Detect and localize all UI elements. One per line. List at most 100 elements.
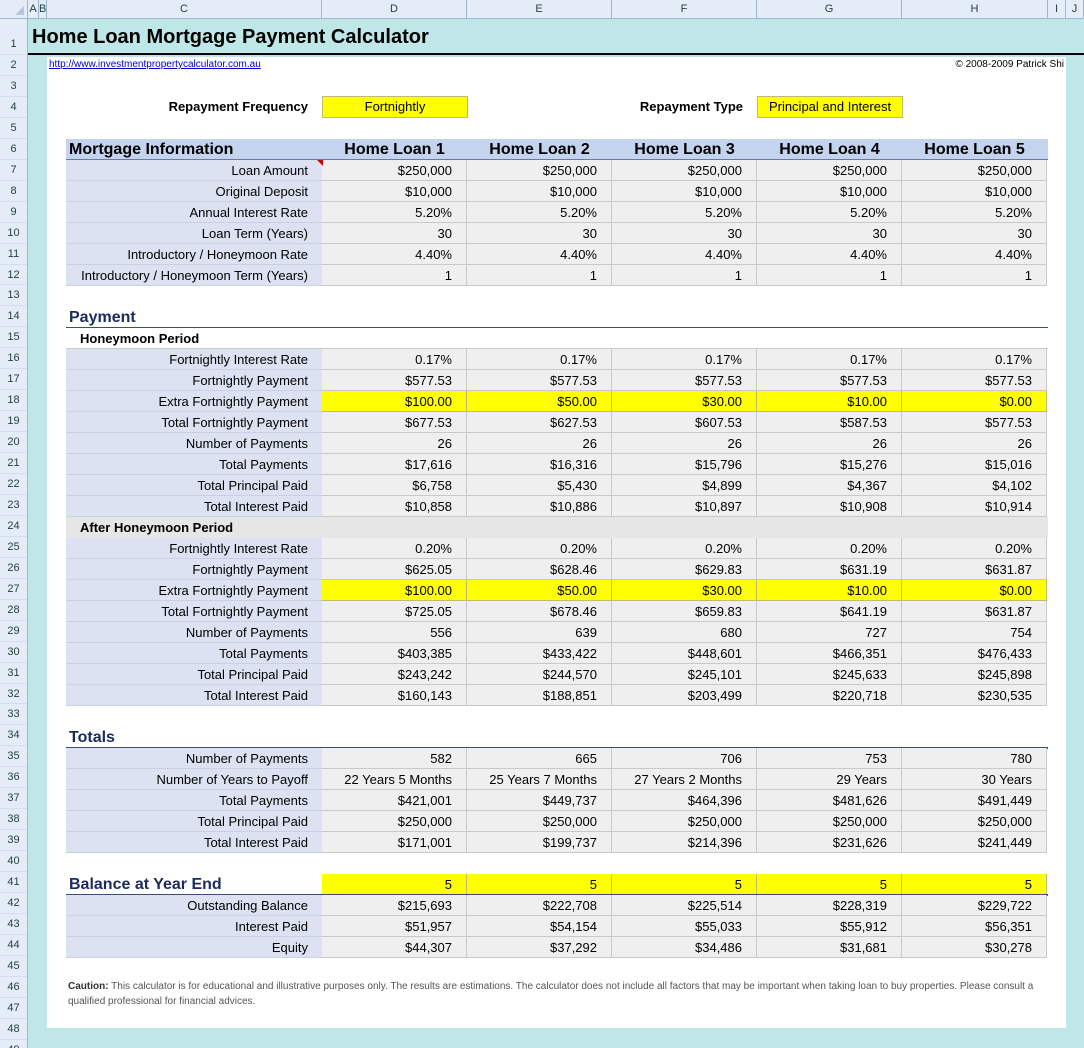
totals-cell[interactable]: 27 Years 2 Months	[612, 769, 757, 790]
row-header-46[interactable]: 46	[0, 977, 27, 998]
column-header-b[interactable]: B	[39, 0, 47, 18]
honeymoon-cell[interactable]: $15,276	[757, 454, 902, 475]
after-honeymoon-cell[interactable]: $659.83	[612, 601, 757, 622]
balance-cell[interactable]: $37,292	[467, 937, 612, 958]
mortgage-cell[interactable]: 30	[322, 223, 467, 244]
after-honeymoon-cell[interactable]: $629.83	[612, 559, 757, 580]
after-honeymoon-cell[interactable]: $243,242	[322, 664, 467, 685]
after-honeymoon-cell[interactable]: $220,718	[757, 685, 902, 706]
honeymoon-cell[interactable]: $0.00	[902, 391, 1047, 412]
honeymoon-cell[interactable]: $627.53	[467, 412, 612, 433]
mortgage-cell[interactable]: $250,000	[612, 160, 757, 181]
mortgage-cell[interactable]: 30	[902, 223, 1047, 244]
honeymoon-cell[interactable]: $5,430	[467, 475, 612, 496]
mortgage-cell[interactable]: $10,000	[322, 181, 467, 202]
totals-cell[interactable]: 29 Years	[757, 769, 902, 790]
mortgage-cell[interactable]: $10,000	[467, 181, 612, 202]
totals-cell[interactable]: $449,737	[467, 790, 612, 811]
row-header-4[interactable]: 4	[0, 97, 27, 118]
after-honeymoon-cell[interactable]: 0.20%	[612, 538, 757, 559]
after-honeymoon-cell[interactable]: 556	[322, 622, 467, 643]
after-honeymoon-cell[interactable]: 0.20%	[467, 538, 612, 559]
mortgage-cell[interactable]: $250,000	[757, 160, 902, 181]
balance-cell[interactable]: $31,681	[757, 937, 902, 958]
honeymoon-cell[interactable]: $17,616	[322, 454, 467, 475]
honeymoon-cell[interactable]: $10,886	[467, 496, 612, 517]
mortgage-cell[interactable]: 30	[467, 223, 612, 244]
after-honeymoon-cell[interactable]: $631.87	[902, 601, 1047, 622]
totals-cell[interactable]: 780	[902, 748, 1047, 769]
honeymoon-cell[interactable]: $607.53	[612, 412, 757, 433]
column-header-e[interactable]: E	[467, 0, 612, 18]
row-header-20[interactable]: 20	[0, 432, 27, 454]
mortgage-cell[interactable]: 4.40%	[322, 244, 467, 265]
balance-year-input[interactable]: 5	[902, 874, 1047, 895]
balance-cell[interactable]: $56,351	[902, 916, 1047, 937]
honeymoon-cell[interactable]: $10.00	[757, 391, 902, 412]
mortgage-cell[interactable]: 4.40%	[467, 244, 612, 265]
totals-cell[interactable]: $250,000	[757, 811, 902, 832]
after-honeymoon-cell[interactable]: $641.19	[757, 601, 902, 622]
honeymoon-cell[interactable]: $10,908	[757, 496, 902, 517]
totals-cell[interactable]: 30 Years	[902, 769, 1047, 790]
honeymoon-cell[interactable]: $4,899	[612, 475, 757, 496]
row-header-27[interactable]: 27	[0, 579, 27, 600]
balance-cell[interactable]: $229,722	[902, 895, 1047, 916]
totals-cell[interactable]: 22 Years 5 Months	[322, 769, 467, 790]
row-header-12[interactable]: 12	[0, 265, 27, 286]
balance-year-input[interactable]: 5	[467, 874, 612, 895]
mortgage-cell[interactable]: 5.20%	[467, 202, 612, 223]
totals-cell[interactable]: $171,001	[322, 832, 467, 853]
after-honeymoon-cell[interactable]: 639	[467, 622, 612, 643]
comment-indicator[interactable]	[317, 160, 323, 166]
row-header-14[interactable]: 14	[0, 306, 27, 328]
row-header-30[interactable]: 30	[0, 642, 27, 663]
mortgage-cell[interactable]: $10,000	[612, 181, 757, 202]
row-header-49[interactable]: 49	[0, 1040, 27, 1048]
row-header-37[interactable]: 37	[0, 788, 27, 810]
honeymoon-cell[interactable]: 26	[757, 433, 902, 454]
balance-cell[interactable]: $30,278	[902, 937, 1047, 958]
after-honeymoon-cell[interactable]: $433,422	[467, 643, 612, 664]
totals-cell[interactable]: $214,396	[612, 832, 757, 853]
row-header-41[interactable]: 41	[0, 872, 27, 894]
honeymoon-cell[interactable]: $100.00	[322, 391, 467, 412]
totals-cell[interactable]: $250,000	[322, 811, 467, 832]
balance-cell[interactable]: $215,693	[322, 895, 467, 916]
row-header-11[interactable]: 11	[0, 244, 27, 265]
row-header-6[interactable]: 6	[0, 139, 27, 160]
after-honeymoon-cell[interactable]: $188,851	[467, 685, 612, 706]
row-header-10[interactable]: 10	[0, 223, 27, 244]
mortgage-cell[interactable]: 5.20%	[322, 202, 467, 223]
column-header-g[interactable]: G	[757, 0, 902, 18]
select-all-corner[interactable]	[0, 0, 28, 18]
mortgage-cell[interactable]: 5.20%	[612, 202, 757, 223]
row-header-38[interactable]: 38	[0, 809, 27, 831]
column-header-a[interactable]: A	[28, 0, 39, 18]
after-honeymoon-cell[interactable]: $50.00	[467, 580, 612, 601]
totals-cell[interactable]: $241,449	[902, 832, 1047, 853]
row-header-33[interactable]: 33	[0, 704, 27, 726]
column-header-j[interactable]: J	[1066, 0, 1084, 18]
mortgage-cell[interactable]: 1	[612, 265, 757, 286]
row-header-21[interactable]: 21	[0, 453, 27, 475]
row-header-19[interactable]: 19	[0, 411, 27, 433]
row-header-7[interactable]: 7	[0, 160, 27, 181]
row-header-43[interactable]: 43	[0, 914, 27, 935]
column-header-d[interactable]: D	[322, 0, 467, 18]
after-honeymoon-cell[interactable]: 0.20%	[902, 538, 1047, 559]
mortgage-cell[interactable]: $10,000	[902, 181, 1047, 202]
mortgage-cell[interactable]: 30	[757, 223, 902, 244]
row-header-23[interactable]: 23	[0, 495, 27, 516]
after-honeymoon-cell[interactable]: $30.00	[612, 580, 757, 601]
after-honeymoon-cell[interactable]: 727	[757, 622, 902, 643]
row-header-31[interactable]: 31	[0, 663, 27, 684]
totals-cell[interactable]: $231,626	[757, 832, 902, 853]
after-honeymoon-cell[interactable]: $403,385	[322, 643, 467, 664]
after-honeymoon-cell[interactable]: $466,351	[757, 643, 902, 664]
repayment-type-input[interactable]: Principal and Interest	[757, 96, 903, 118]
mortgage-cell[interactable]: 30	[612, 223, 757, 244]
row-header-17[interactable]: 17	[0, 369, 27, 391]
after-honeymoon-cell[interactable]: $631.19	[757, 559, 902, 580]
honeymoon-cell[interactable]: 0.17%	[757, 349, 902, 370]
